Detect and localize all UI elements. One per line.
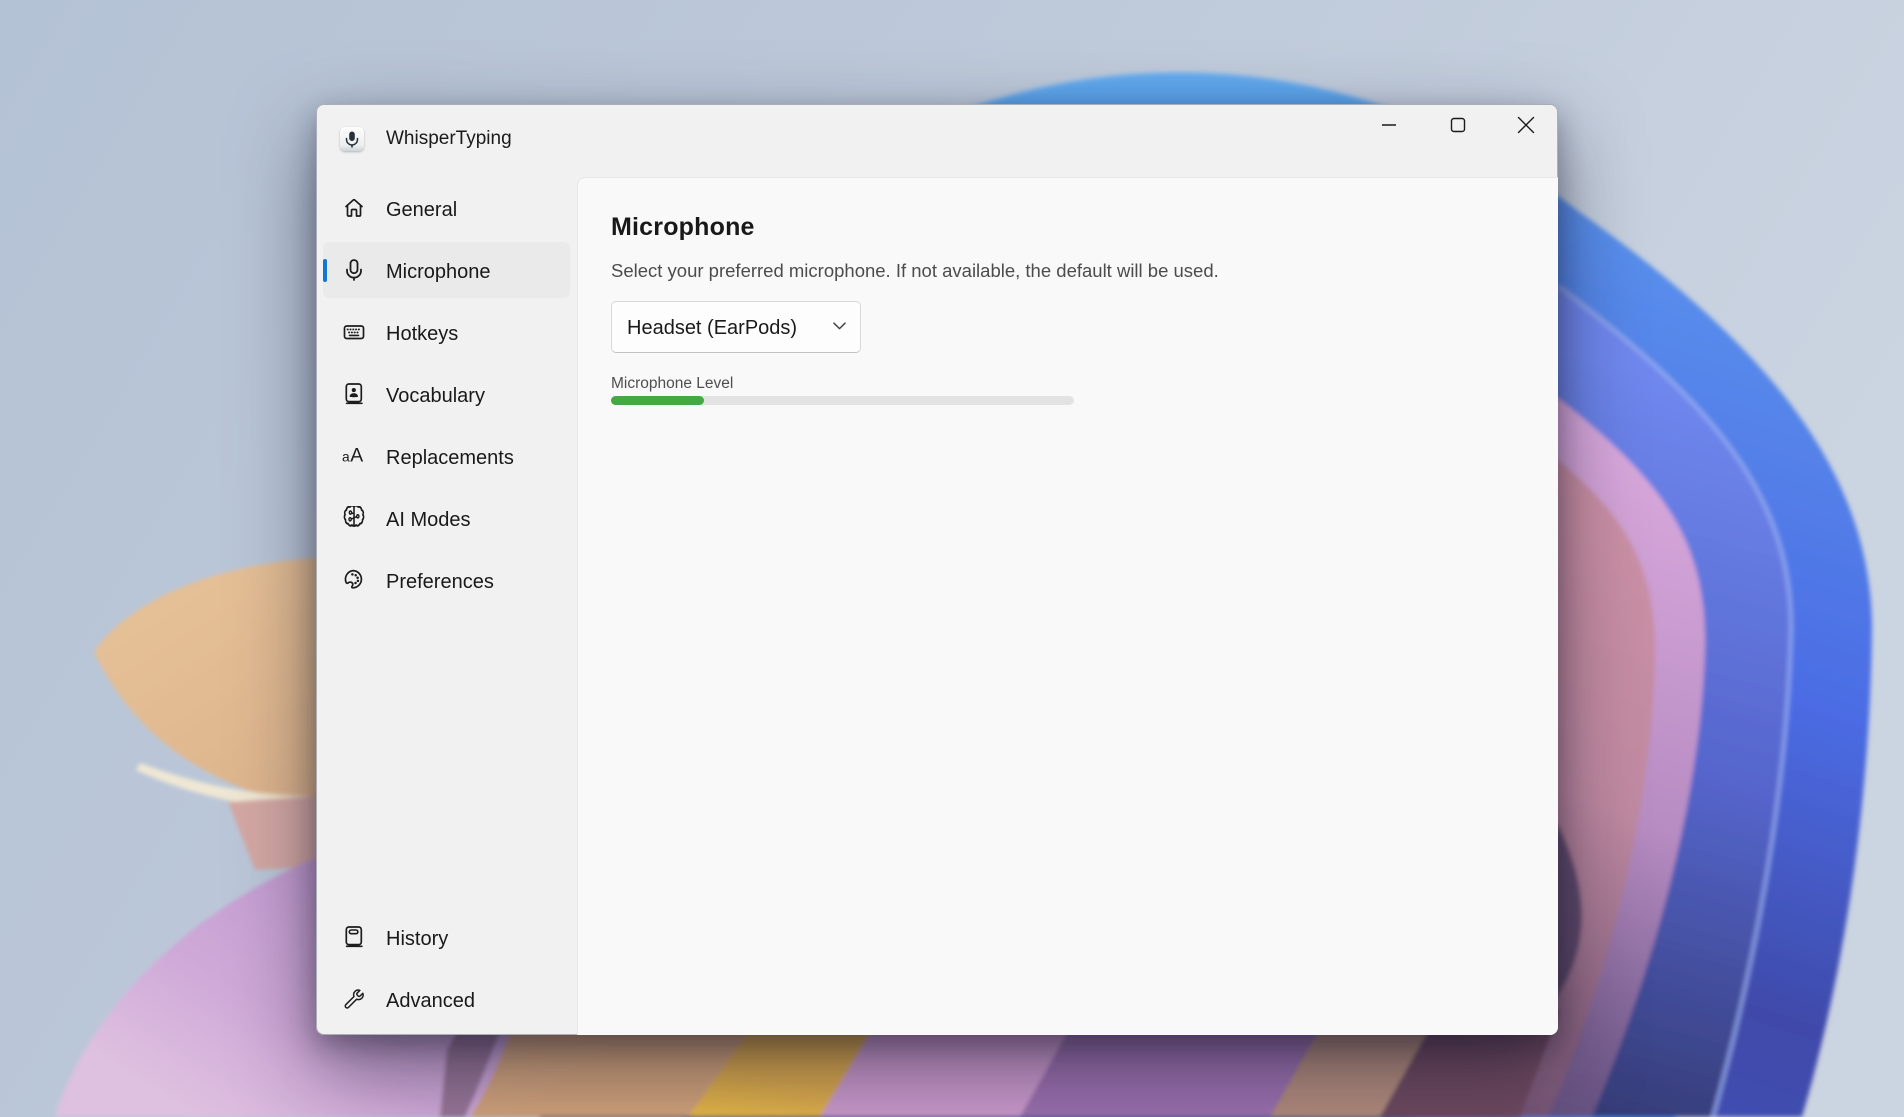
svg-text:a: a bbox=[342, 449, 350, 465]
svg-text:A: A bbox=[350, 445, 363, 467]
